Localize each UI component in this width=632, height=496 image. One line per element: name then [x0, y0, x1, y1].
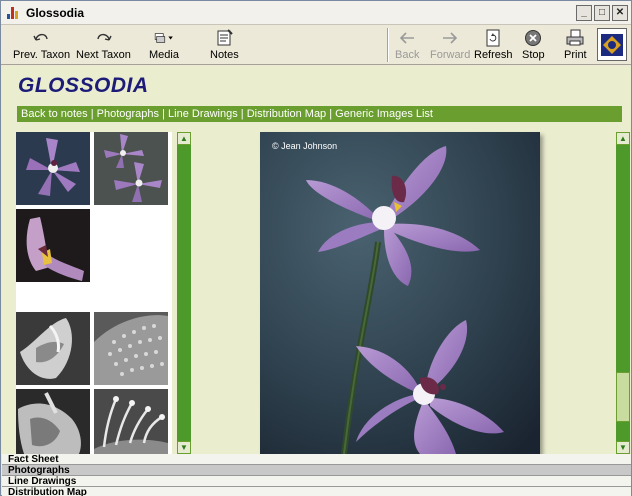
- window-title: Glossodia: [26, 5, 85, 20]
- stop-button[interactable]: Stop: [522, 27, 545, 63]
- thumbnail-sem-4[interactable]: [94, 389, 168, 454]
- back-label: Back: [395, 49, 420, 61]
- scroll-down-arrow-icon[interactable]: ▼: [177, 441, 191, 454]
- prev-taxon-label: Prev. Taxon: [13, 49, 71, 61]
- page-scroll-thumb[interactable]: [616, 372, 630, 422]
- refresh-button[interactable]: Refresh: [474, 27, 513, 63]
- printer-icon: [564, 29, 586, 47]
- nav-link-distribution-map[interactable]: Distribution Map: [247, 108, 326, 120]
- notes-icon: [213, 29, 235, 47]
- thumbnail-photo-2[interactable]: [94, 132, 168, 205]
- thumbnail-panel: [16, 132, 172, 454]
- stop-label: Stop: [522, 49, 545, 61]
- notes-label: Notes: [210, 49, 239, 61]
- thumbnail-sem-3[interactable]: [16, 389, 90, 454]
- forward-arrow-icon: [439, 29, 461, 47]
- title-bar: Glossodia _ □ ✕: [1, 1, 631, 25]
- toolbar: Prev. Taxon Next Taxon Media Notes Back …: [1, 25, 631, 65]
- page-title: GLOSSODIA: [18, 74, 149, 97]
- thumbnail-sem-2[interactable]: [94, 312, 168, 385]
- close-icon: ✕: [615, 7, 625, 18]
- minimize-button[interactable]: _: [576, 5, 592, 21]
- forward-label: Forward: [430, 49, 471, 61]
- next-taxon-button[interactable]: Next Taxon: [76, 27, 131, 63]
- next-taxon-icon: [92, 29, 114, 47]
- nav-separator: |: [237, 108, 247, 120]
- next-taxon-label: Next Taxon: [76, 49, 131, 61]
- nav-link-line-drawings[interactable]: Line Drawings: [168, 108, 238, 120]
- scroll-up-arrow-icon[interactable]: ▲: [177, 132, 191, 145]
- close-button[interactable]: ✕: [612, 5, 628, 21]
- prev-taxon-button[interactable]: Prev. Taxon: [13, 27, 70, 63]
- nav-link-back-to-notes[interactable]: Back to notes: [21, 108, 88, 120]
- refresh-icon: [482, 29, 504, 47]
- stop-icon: [522, 29, 544, 47]
- maximize-button[interactable]: □: [594, 5, 610, 21]
- media-button[interactable]: Media: [149, 27, 179, 63]
- thumbnail-photo-1[interactable]: [16, 132, 90, 205]
- minimize-icon: _: [581, 7, 587, 18]
- toolbar-separator: [387, 28, 389, 62]
- bottom-tab-list: Fact Sheet Photographs Line Drawings Dis…: [2, 454, 631, 496]
- page-scrollbar[interactable]: ▲ ▼: [616, 132, 630, 454]
- logo-icon: [601, 33, 623, 56]
- nav-separator: |: [326, 108, 336, 120]
- prev-taxon-icon: [31, 29, 53, 47]
- maximize-icon: □: [598, 7, 606, 18]
- back-button[interactable]: Back: [395, 27, 419, 63]
- tab-distribution-map[interactable]: Distribution Map: [2, 487, 631, 496]
- notes-button[interactable]: Notes: [210, 27, 239, 63]
- forward-button[interactable]: Forward: [430, 27, 470, 63]
- content-area: GLOSSODIA Back to notes | Photographs | …: [2, 66, 631, 454]
- refresh-label: Refresh: [474, 49, 513, 61]
- app-icon: [6, 6, 20, 20]
- nav-link-photographs[interactable]: Photographs: [97, 108, 159, 120]
- media-icon: [153, 29, 175, 47]
- nav-link-generic-images-list[interactable]: Generic Images List: [335, 108, 433, 120]
- print-label: Print: [564, 49, 587, 61]
- tab-line-drawings[interactable]: Line Drawings: [2, 476, 631, 487]
- photo-credit: © Jean Johnson: [272, 141, 337, 151]
- tab-photographs[interactable]: Photographs: [2, 465, 631, 476]
- thumbnail-scrollbar[interactable]: ▲ ▼: [177, 132, 191, 454]
- thumbnail-sem-1[interactable]: [16, 312, 90, 385]
- orchid-photo: © Jean Johnson: [260, 132, 540, 454]
- app-logo: [597, 28, 627, 61]
- back-arrow-icon: [396, 29, 418, 47]
- page-scroll-down-arrow-icon[interactable]: ▼: [616, 441, 630, 454]
- nav-separator: |: [159, 108, 169, 120]
- section-nav-bar: Back to notes | Photographs | Line Drawi…: [17, 106, 622, 122]
- thumbnail-photo-3[interactable]: [16, 209, 90, 282]
- browser-window: Glossodia _ □ ✕ Prev. Taxon Next Taxon M…: [0, 0, 632, 496]
- print-button[interactable]: Print: [564, 27, 587, 63]
- tab-fact-sheet[interactable]: Fact Sheet: [2, 454, 631, 465]
- main-photo: © Jean Johnson: [260, 132, 540, 454]
- media-label: Media: [149, 49, 179, 61]
- page-scroll-up-arrow-icon[interactable]: ▲: [616, 132, 630, 145]
- nav-separator: |: [87, 108, 97, 120]
